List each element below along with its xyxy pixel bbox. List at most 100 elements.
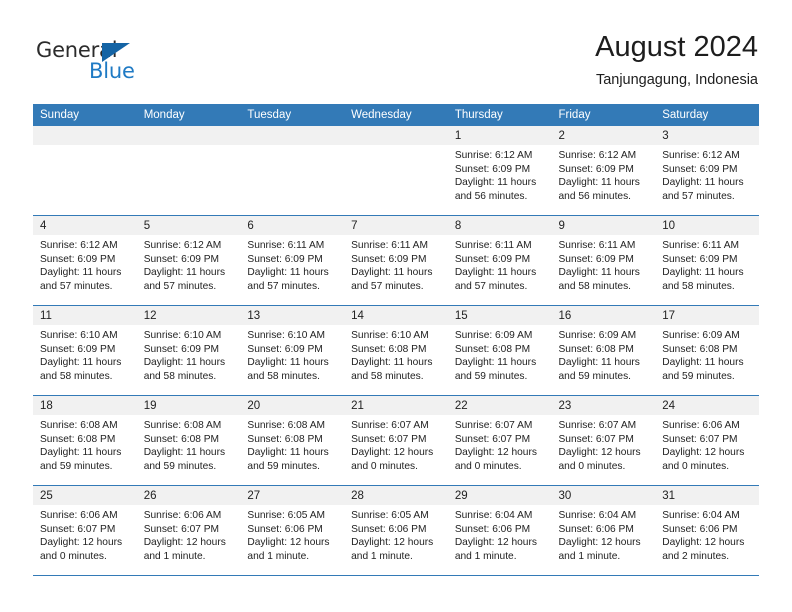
sunrise-text: Sunrise: 6:12 AM (143, 240, 222, 251)
day-cell[interactable]: 30 Sunrise: 6:04 AM Sunset: 6:06 PM Dayligh… (551, 486, 656, 575)
day-number: 29 (454, 490, 468, 502)
day-details: Sunrise: 6:11 AM Sunset: 6:09 PM Daylight:… (448, 235, 552, 293)
day-number-band: 21 (344, 396, 448, 415)
page-subtitle: Tanjungagung, Indonesia (595, 72, 758, 88)
day-cell[interactable]: 9 Sunrise: 6:11 AM Sunset: 6:09 PM Daylight… (551, 216, 656, 305)
daylight-text-line1: Daylight: 11 hours (143, 447, 226, 459)
day-number-band: 14 (344, 306, 448, 325)
day-cell-empty (344, 126, 448, 215)
day-details: Sunrise: 6:04 AM Sunset: 6:06 PM Daylight:… (448, 505, 552, 563)
day-cell[interactable]: 28 Sunrise: 6:05 AM Sunset: 6:06 PM Dayligh… (344, 486, 448, 575)
day-details: Sunrise: 6:12 AM Sunset: 6:09 PM Daylight:… (552, 145, 656, 203)
day-cell[interactable]: 19 Sunrise: 6:08 AM Sunset: 6:08 PM Dayligh… (136, 396, 241, 485)
day-number-band: 13 (240, 306, 345, 325)
day-cell[interactable]: 12 Sunrise: 6:10 AM Sunset: 6:09 PM Dayligh… (136, 306, 241, 395)
title-block: August 2024 Tanjungagung, Indonesia (595, 30, 758, 90)
sunset-text: Sunset: 6:08 PM (40, 433, 116, 445)
daylight-text-line2: and 1 minute. (247, 550, 310, 562)
day-number: 1 (454, 130, 462, 142)
day-number-band: 2 (551, 126, 656, 145)
day-number-band: 29 (447, 486, 552, 505)
day-cell[interactable]: 16 Sunrise: 6:09 AM Sunset: 6:08 PM Dayligh… (551, 306, 656, 395)
daylight-text-line1: Daylight: 11 hours (662, 357, 744, 369)
day-cell[interactable]: 31 Sunrise: 6:04 AM Sunset: 6:06 PM Dayligh… (655, 486, 759, 575)
day-cell[interactable]: 5 Sunrise: 6:12 AM Sunset: 6:09 PM Daylight… (136, 216, 241, 305)
day-cell[interactable]: 7 Sunrise: 6:11 AM Sunset: 6:09 PM Daylight… (344, 216, 448, 305)
day-cell[interactable]: 27 Sunrise: 6:05 AM Sunset: 6:06 PM Dayligh… (240, 486, 345, 575)
day-details: Sunrise: 6:12 AM Sunset: 6:09 PM Daylight:… (655, 145, 759, 203)
sunset-text: Sunset: 6:09 PM (454, 163, 531, 175)
day-cell[interactable]: 26 Sunrise: 6:06 AM Sunset: 6:07 PM Dayligh… (136, 486, 241, 575)
day-number: 21 (351, 400, 364, 412)
calendar-weeks: 1 Sunrise: 6:12 AM Sunset: 6:09 PM Daylight… (33, 126, 759, 576)
day-number: 7 (351, 220, 358, 232)
day-details: Sunrise: 6:07 AM Sunset: 6:07 PM Daylight:… (344, 415, 448, 473)
day-number: 2 (558, 130, 565, 142)
day-cell[interactable]: 3 Sunrise: 6:12 AM Sunset: 6:09 PM Daylight… (655, 126, 759, 215)
day-cell[interactable]: 20 Sunrise: 6:08 AM Sunset: 6:08 PM Dayligh… (240, 396, 345, 485)
day-cell[interactable]: 1 Sunrise: 6:12 AM Sunset: 6:09 PM Daylight… (447, 126, 552, 215)
sunrise-text: Sunrise: 6:06 AM (40, 510, 118, 521)
day-cell[interactable]: 11 Sunrise: 6:10 AM Sunset: 6:09 PM Dayligh… (33, 306, 137, 395)
sunset-text: Sunset: 6:06 PM (247, 523, 323, 535)
day-cell[interactable]: 24 Sunrise: 6:06 AM Sunset: 6:07 PM Dayligh… (655, 396, 759, 485)
daylight-text-line2: and 59 minutes. (40, 460, 113, 472)
daylight-text-line1: Daylight: 12 hours (558, 537, 641, 549)
day-number: 17 (662, 310, 676, 322)
day-cell[interactable]: 17 Sunrise: 6:09 AM Sunset: 6:08 PM Dayligh… (655, 306, 759, 395)
sunrise-text: Sunrise: 6:12 AM (662, 150, 740, 161)
day-cell[interactable]: 8 Sunrise: 6:11 AM Sunset: 6:09 PM Daylight… (447, 216, 552, 305)
daylight-text-line1: Daylight: 12 hours (454, 537, 537, 549)
day-cell[interactable]: 14 Sunrise: 6:10 AM Sunset: 6:08 PM Dayligh… (344, 306, 448, 395)
day-cell-empty (240, 126, 345, 215)
daylight-text-line2: and 59 minutes. (558, 370, 632, 382)
day-cell[interactable]: 25 Sunrise: 6:06 AM Sunset: 6:07 PM Dayligh… (33, 486, 137, 575)
sunrise-text: Sunrise: 6:04 AM (662, 510, 740, 521)
day-details: Sunrise: 6:10 AM Sunset: 6:08 PM Daylight:… (344, 325, 448, 383)
day-number-band: 23 (551, 396, 656, 415)
day-number-band: 28 (344, 486, 448, 505)
day-cell[interactable]: 29 Sunrise: 6:04 AM Sunset: 6:06 PM Dayligh… (447, 486, 552, 575)
day-cell[interactable]: 15 Sunrise: 6:09 AM Sunset: 6:08 PM Dayligh… (447, 306, 552, 395)
daylight-text-line2: and 57 minutes. (40, 280, 113, 292)
daylight-text-line2: and 58 minutes. (662, 280, 735, 292)
day-number-band: 25 (33, 486, 137, 505)
sunrise-text: Sunrise: 6:10 AM (40, 330, 118, 341)
daylight-text-line2: and 57 minutes. (454, 280, 528, 292)
day-cell[interactable]: 23 Sunrise: 6:07 AM Sunset: 6:07 PM Dayligh… (551, 396, 656, 485)
sunrise-text: Sunrise: 6:07 AM (558, 420, 637, 431)
day-cell[interactable]: 4 Sunrise: 6:12 AM Sunset: 6:09 PM Daylight… (33, 216, 137, 305)
sunrise-text: Sunrise: 6:06 AM (662, 420, 740, 431)
sunrise-text: Sunrise: 6:11 AM (662, 240, 740, 251)
daylight-text-line1: Daylight: 12 hours (454, 447, 537, 459)
daylight-text-line2: and 59 minutes. (662, 370, 735, 382)
day-number: 12 (143, 310, 157, 322)
day-details: Sunrise: 6:11 AM Sunset: 6:09 PM Daylight:… (655, 235, 759, 293)
sunset-text: Sunset: 6:06 PM (351, 523, 427, 535)
daylight-text-line1: Daylight: 12 hours (351, 537, 434, 549)
day-number-band: 22 (447, 396, 552, 415)
day-cell-empty (136, 126, 241, 215)
day-cell[interactable]: 21 Sunrise: 6:07 AM Sunset: 6:07 PM Dayligh… (344, 396, 448, 485)
sunrise-text: Sunrise: 6:12 AM (454, 150, 533, 161)
day-number-band: 20 (240, 396, 345, 415)
day-cell[interactable]: 6 Sunrise: 6:11 AM Sunset: 6:09 PM Daylight… (240, 216, 345, 305)
sunrise-text: Sunrise: 6:04 AM (454, 510, 533, 521)
day-cell[interactable]: 2 Sunrise: 6:12 AM Sunset: 6:09 PM Daylight… (551, 126, 656, 215)
sunset-text: Sunset: 6:09 PM (143, 343, 220, 355)
day-cell[interactable]: 18 Sunrise: 6:08 AM Sunset: 6:08 PM Dayligh… (33, 396, 137, 485)
daylight-text-line2: and 2 minutes. (662, 550, 730, 562)
day-number: 8 (454, 220, 462, 232)
sunrise-text: Sunrise: 6:10 AM (143, 330, 222, 341)
day-details: Sunrise: 6:07 AM Sunset: 6:07 PM Daylight:… (552, 415, 656, 473)
day-number-band: 31 (655, 486, 759, 505)
sunset-text: Sunset: 6:07 PM (662, 433, 738, 445)
sunset-text: Sunset: 6:09 PM (40, 343, 116, 355)
day-cell[interactable]: 10 Sunrise: 6:11 AM Sunset: 6:09 PM Dayligh… (655, 216, 759, 305)
daylight-text-line1: Daylight: 12 hours (662, 447, 745, 459)
daylight-text-line1: Daylight: 12 hours (351, 447, 434, 459)
daylight-text-line2: and 58 minutes. (40, 370, 113, 382)
day-cell[interactable]: 13 Sunrise: 6:10 AM Sunset: 6:09 PM Dayligh… (240, 306, 345, 395)
day-cell[interactable]: 22 Sunrise: 6:07 AM Sunset: 6:07 PM Dayligh… (447, 396, 552, 485)
day-number: 13 (247, 310, 261, 322)
